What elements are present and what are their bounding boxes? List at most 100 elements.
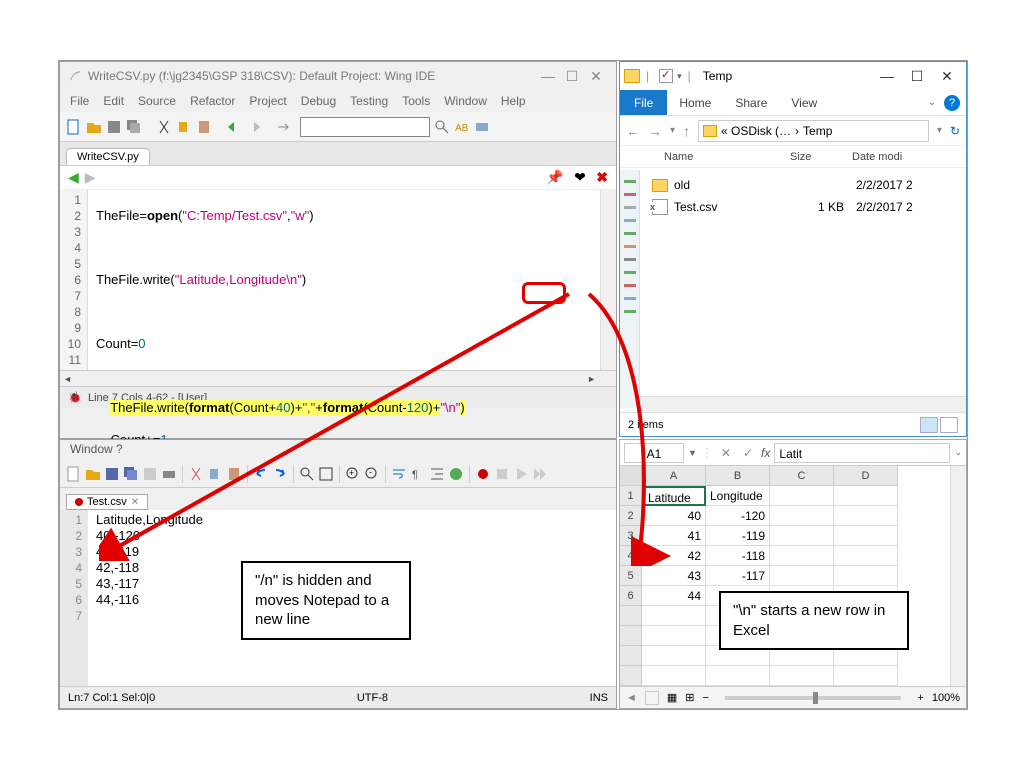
cell[interactable]: 40: [642, 506, 706, 526]
minimize-icon[interactable]: —: [536, 68, 560, 84]
redo-icon[interactable]: [272, 466, 288, 482]
nav-up-icon[interactable]: ↑: [683, 123, 690, 139]
goto-icon[interactable]: [276, 119, 292, 135]
closeall-icon[interactable]: [142, 466, 158, 482]
normal-view-icon[interactable]: [645, 691, 659, 705]
refresh-icon[interactable]: ↻: [950, 124, 960, 138]
hscrollbar[interactable]: [60, 370, 616, 386]
accept-formula-icon[interactable]: ✓: [739, 446, 757, 460]
cell[interactable]: [834, 666, 898, 686]
tab-testcsv[interactable]: Test.csv ✕: [66, 494, 148, 510]
open-icon[interactable]: [85, 466, 101, 482]
checkbox-icon[interactable]: [659, 69, 673, 83]
cell[interactable]: 44: [642, 586, 706, 606]
expand-ribbon-icon[interactable]: ⌄: [920, 97, 944, 108]
save-icon[interactable]: [106, 119, 122, 135]
hscrollbar[interactable]: [640, 396, 966, 412]
saveall-icon[interactable]: [123, 466, 139, 482]
open-icon[interactable]: [86, 119, 102, 135]
lang-icon[interactable]: [448, 466, 464, 482]
compare-icon[interactable]: AB: [454, 119, 470, 135]
cell[interactable]: [642, 666, 706, 686]
nav-back-icon[interactable]: ←: [626, 123, 640, 139]
cell[interactable]: Longitude: [706, 486, 770, 506]
explorer-titlebar[interactable]: | ▾ | Temp —☐✕: [620, 62, 966, 90]
cell[interactable]: [770, 486, 834, 506]
vscrollbar[interactable]: [600, 190, 616, 370]
ribbon-share[interactable]: Share: [723, 96, 779, 110]
chevron-down-icon[interactable]: ❤: [574, 169, 586, 185]
copy-icon[interactable]: [176, 119, 192, 135]
expand-formula-icon[interactable]: ⌄: [954, 447, 962, 458]
menu-source[interactable]: Source: [138, 94, 176, 108]
cell[interactable]: [834, 546, 898, 566]
cell-a1[interactable]: Latitude: [642, 486, 706, 506]
cell[interactable]: -117: [706, 566, 770, 586]
nav-fwd-icon[interactable]: ▶: [85, 169, 96, 185]
config-icon[interactable]: [474, 119, 490, 135]
cell[interactable]: [770, 546, 834, 566]
menu-tools[interactable]: Tools: [402, 94, 430, 108]
maximize-icon[interactable]: ☐: [560, 68, 584, 85]
cell[interactable]: [834, 486, 898, 506]
details-view-icon[interactable]: [920, 417, 938, 433]
paste-icon[interactable]: [196, 119, 212, 135]
pin-icon[interactable]: 📌: [546, 169, 563, 185]
chevron-down-icon[interactable]: ▾: [937, 125, 942, 136]
tab-writecsv[interactable]: WriteCSV.py: [66, 148, 150, 165]
ribbon-home[interactable]: Home: [667, 96, 723, 110]
find-icon[interactable]: [299, 466, 315, 482]
code-editor[interactable]: 1234567891011 TheFile=open("C:Temp/Test.…: [60, 190, 616, 370]
cell[interactable]: [642, 646, 706, 666]
cell[interactable]: [706, 666, 770, 686]
fx-icon[interactable]: fx: [761, 446, 770, 460]
cell[interactable]: 42: [642, 546, 706, 566]
spreadsheet-grid[interactable]: 123456 ABCD LatitudeLongitude 40-120 41-…: [620, 466, 966, 686]
breadcrumb[interactable]: « OSDisk (… › Temp: [698, 120, 929, 142]
print-icon[interactable]: [161, 466, 177, 482]
col-date[interactable]: Date modi: [852, 151, 902, 163]
macro-multi-icon[interactable]: [532, 466, 548, 482]
wordwrap-icon[interactable]: [391, 466, 407, 482]
zoom-slider[interactable]: [725, 696, 901, 700]
showchars-icon[interactable]: ¶: [410, 466, 426, 482]
cell[interactable]: [642, 626, 706, 646]
breadcrumb-osdisk[interactable]: « OSDisk (…: [721, 124, 791, 138]
close-icon[interactable]: ✕: [932, 68, 962, 85]
cut-icon[interactable]: [156, 119, 172, 135]
zoomout-icon[interactable]: -: [364, 466, 380, 482]
menu-file[interactable]: File: [70, 94, 89, 108]
navigation-pane[interactable]: [620, 170, 640, 408]
pagebreak-view-icon[interactable]: ⊞: [685, 691, 694, 704]
indent-icon[interactable]: [429, 466, 445, 482]
vscrollbar[interactable]: [950, 466, 966, 686]
zoom-level[interactable]: 100%: [932, 692, 960, 704]
replace-icon[interactable]: [318, 466, 334, 482]
icons-view-icon[interactable]: [940, 417, 958, 433]
menu-help[interactable]: Help: [501, 94, 526, 108]
redo-icon[interactable]: [246, 119, 262, 135]
cell[interactable]: [770, 666, 834, 686]
nav-back-icon[interactable]: ◀: [68, 169, 79, 185]
col-name[interactable]: Name: [664, 151, 790, 163]
copy-icon[interactable]: [207, 466, 223, 482]
search-icon[interactable]: [434, 119, 450, 135]
help-icon[interactable]: ?: [944, 95, 960, 111]
select-all-corner[interactable]: [620, 466, 642, 486]
macro-record-icon[interactable]: [475, 466, 491, 482]
list-item[interactable]: Test.csv 1 KB 2/2/2017 2: [652, 196, 966, 218]
save-icon[interactable]: [104, 466, 120, 482]
menu-edit[interactable]: Edit: [103, 94, 124, 108]
cell[interactable]: [834, 506, 898, 526]
cell[interactable]: [834, 566, 898, 586]
undo-icon[interactable]: [226, 119, 242, 135]
cell[interactable]: [770, 566, 834, 586]
ribbon-file[interactable]: File: [620, 90, 667, 115]
maximize-icon[interactable]: ☐: [902, 68, 932, 85]
menu-project[interactable]: Project: [249, 94, 286, 108]
cancel-formula-icon[interactable]: ✕: [717, 446, 735, 460]
menu-testing[interactable]: Testing: [350, 94, 388, 108]
macro-stop-icon[interactable]: [494, 466, 510, 482]
name-box[interactable]: A1: [624, 443, 684, 463]
cell[interactable]: -118: [706, 546, 770, 566]
